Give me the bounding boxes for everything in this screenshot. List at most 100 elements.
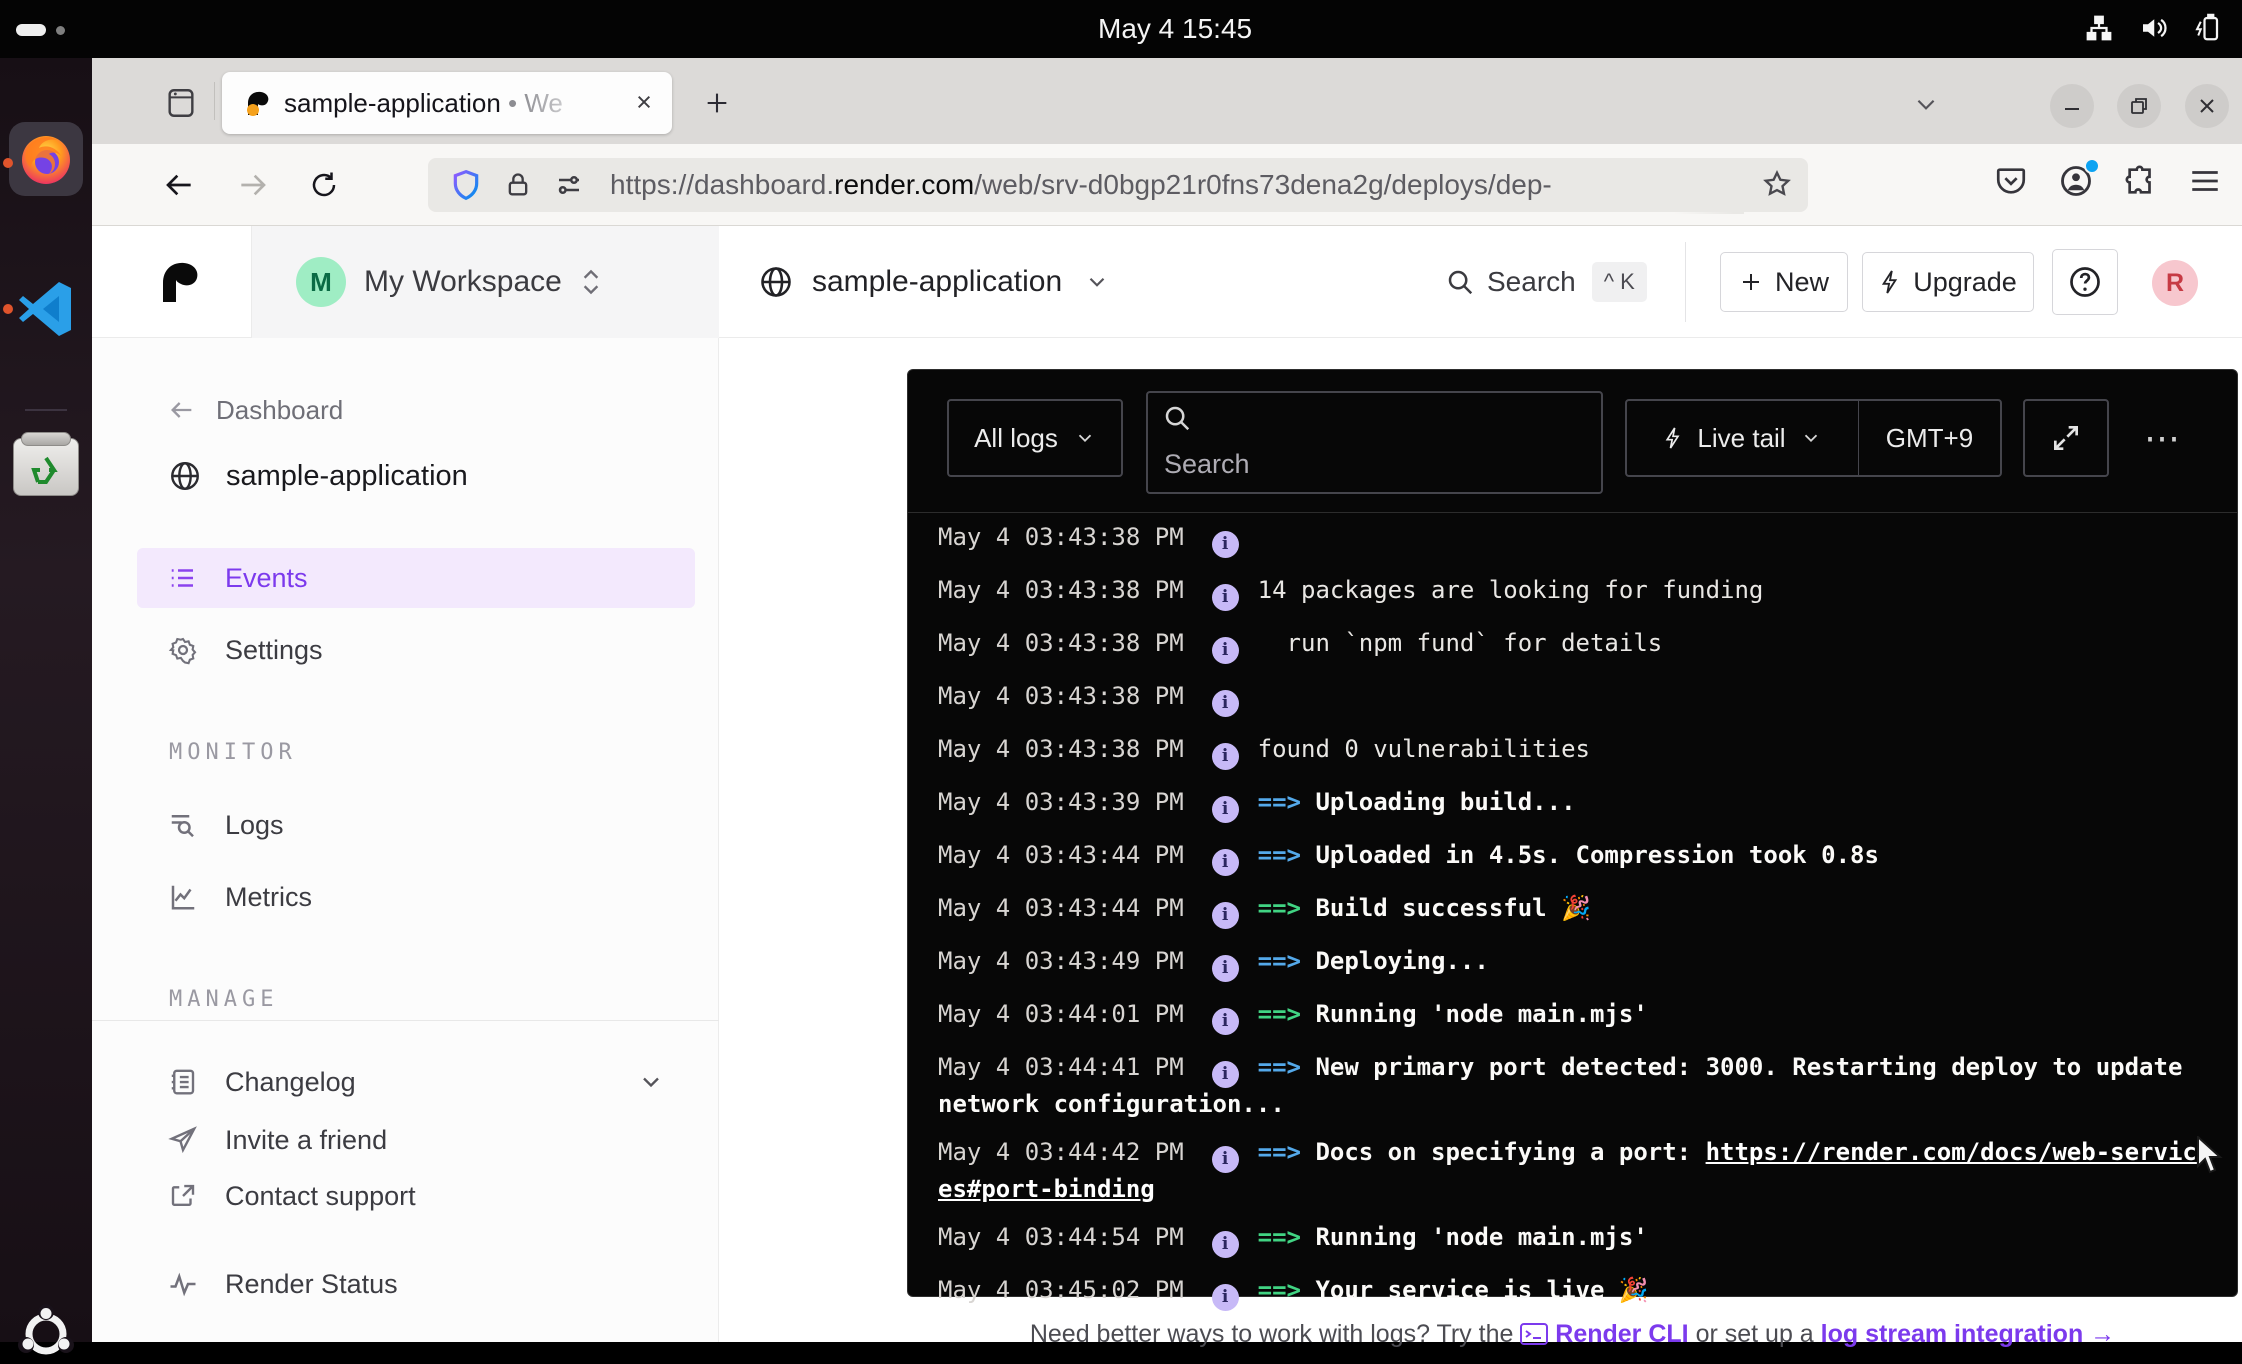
log-search-placeholder: Search bbox=[1164, 449, 1250, 480]
lock-icon[interactable] bbox=[504, 171, 532, 199]
app-header: M My Workspace sample-application bbox=[92, 226, 2242, 338]
sidebar-service-name[interactable]: sample-application bbox=[137, 446, 468, 506]
account-notification-dot bbox=[2084, 158, 2100, 174]
log-timestamp: May 4 03:43:39 PM bbox=[938, 788, 1184, 816]
log-arrow: ==> bbox=[1258, 894, 1316, 922]
render-cli-link[interactable]: Render CLI bbox=[1555, 1320, 1688, 1348]
log-message: found 0 vulnerabilities bbox=[1258, 735, 1590, 763]
sidebar-item-changelog[interactable]: Changelog bbox=[137, 1052, 695, 1112]
log-line[interactable]: May 4 03:44:42 PMi==> Docs on specifying… bbox=[938, 1128, 2198, 1213]
workspace-indicator-pill bbox=[16, 24, 46, 36]
sidebar-divider bbox=[92, 1020, 719, 1021]
log-line[interactable]: May 4 03:43:38 PMifound 0 vulnerabilitie… bbox=[938, 725, 2198, 778]
service-selector[interactable]: sample-application bbox=[758, 226, 1110, 338]
sidebar-back-dashboard[interactable]: Dashboard bbox=[137, 380, 343, 440]
log-stream-link[interactable]: log stream integration bbox=[1821, 1320, 2084, 1348]
live-tail-toggle[interactable]: Live tail bbox=[1627, 423, 1858, 454]
dock-vscode-icon[interactable] bbox=[15, 278, 77, 340]
menu-hamburger-icon[interactable] bbox=[2188, 164, 2222, 198]
dock-firefox-icon[interactable] bbox=[9, 122, 83, 196]
tab-close-icon[interactable]: × bbox=[628, 87, 660, 119]
log-line[interactable]: May 4 03:43:49 PMi==> Deploying... bbox=[938, 937, 2198, 990]
list-tabs-chevron-icon[interactable] bbox=[1904, 86, 1948, 122]
workspace-avatar: M bbox=[296, 257, 346, 307]
log-arrow: ==> bbox=[1258, 788, 1316, 816]
sidebar: Dashboard sample-application Events Sett… bbox=[92, 338, 719, 1342]
info-badge-icon: i bbox=[1212, 584, 1239, 611]
info-badge-icon: i bbox=[1212, 1008, 1239, 1035]
global-search[interactable]: Search ^ K bbox=[1445, 226, 1647, 338]
system-tray[interactable] bbox=[2084, 13, 2222, 43]
log-line[interactable]: May 4 03:43:38 PMi bbox=[938, 513, 2198, 566]
tab-separator bbox=[214, 82, 215, 120]
support-external-icon bbox=[168, 1181, 198, 1211]
workspace-caret-icon bbox=[578, 265, 604, 299]
system-clock[interactable]: May 4 15:45 bbox=[1098, 13, 1252, 45]
log-search-input[interactable]: Search bbox=[1146, 391, 1603, 494]
log-line[interactable]: May 4 03:45:02 PMi==> Your service is li… bbox=[938, 1266, 2198, 1319]
log-list[interactable]: May 4 03:43:38 PMi May 4 03:43:38 PMi14 … bbox=[908, 513, 2237, 1319]
log-more-menu[interactable]: ⋯ bbox=[2144, 399, 2182, 477]
log-message: ==> Running 'node main.mjs' bbox=[1258, 1000, 1648, 1028]
log-message: ==> Your service is live 🎉 bbox=[1258, 1276, 1649, 1304]
restore-button[interactable] bbox=[2117, 84, 2161, 128]
log-line[interactable]: May 4 03:43:38 PMi bbox=[938, 672, 2198, 725]
log-filter-dropdown[interactable]: All logs bbox=[947, 399, 1123, 477]
tracking-shield-icon[interactable] bbox=[450, 169, 482, 201]
log-timestamp: May 4 03:43:49 PM bbox=[938, 947, 1184, 975]
url-bar[interactable]: https://dashboard.render.com/web/srv-d0b… bbox=[428, 158, 1808, 212]
log-line[interactable]: May 4 03:44:41 PMi==> New primary port d… bbox=[938, 1043, 2198, 1128]
expand-logs-button[interactable] bbox=[2023, 399, 2109, 477]
back-icon[interactable] bbox=[158, 163, 202, 207]
live-tail-control[interactable]: Live tail GMT+9 bbox=[1625, 399, 2002, 477]
sidebar-item-logs[interactable]: Logs bbox=[137, 795, 284, 855]
info-badge-icon: i bbox=[1212, 902, 1239, 929]
dock-trash-icon[interactable] bbox=[13, 430, 79, 496]
sidebar-item-invite-friend[interactable]: Invite a friend bbox=[137, 1110, 387, 1170]
timezone-button[interactable]: GMT+9 bbox=[1859, 423, 2000, 454]
sidebar-item-contact-support[interactable]: Contact support bbox=[137, 1166, 416, 1226]
events-list-icon bbox=[168, 563, 198, 593]
user-avatar[interactable]: R bbox=[2152, 260, 2198, 306]
minimize-button[interactable] bbox=[2050, 84, 2094, 128]
new-tab-button[interactable] bbox=[694, 80, 740, 126]
extensions-puzzle-icon[interactable] bbox=[2124, 164, 2158, 198]
sidebar-item-events[interactable]: Events bbox=[137, 548, 695, 608]
gear-icon bbox=[168, 635, 198, 665]
log-line[interactable]: May 4 03:44:54 PMi==> Running 'node main… bbox=[938, 1213, 2198, 1266]
log-message: run `npm fund` for details bbox=[1258, 629, 1663, 657]
lightning-icon bbox=[1663, 425, 1683, 451]
workspace-name: My Workspace bbox=[364, 265, 562, 299]
close-window-button[interactable] bbox=[2185, 84, 2229, 128]
log-line[interactable]: May 4 03:43:38 PMi run `npm fund` for de… bbox=[938, 619, 2198, 672]
logs-footer-note: Need better ways to work with logs? Try … bbox=[907, 1320, 2238, 1349]
log-line[interactable]: May 4 03:43:38 PMi14 packages are lookin… bbox=[938, 566, 2198, 619]
chevron-down-icon[interactable] bbox=[637, 1068, 665, 1096]
dock-ubuntu-logo[interactable] bbox=[16, 1304, 76, 1364]
tab-bar: sample-application • We × bbox=[92, 58, 2242, 144]
log-line[interactable]: May 4 03:43:44 PMi==> Uploaded in 4.5s. … bbox=[938, 831, 2198, 884]
pocket-icon[interactable] bbox=[1994, 164, 2028, 198]
help-button[interactable] bbox=[2052, 249, 2118, 315]
log-line[interactable]: May 4 03:43:39 PMi==> Uploading build... bbox=[938, 778, 2198, 831]
upgrade-button[interactable]: Upgrade bbox=[1862, 252, 2034, 312]
log-timestamp: May 4 03:43:38 PM bbox=[938, 629, 1184, 657]
reload-icon[interactable] bbox=[302, 163, 346, 207]
sidebar-item-render-status[interactable]: Render Status bbox=[137, 1254, 398, 1314]
workspace-selector[interactable]: M My Workspace bbox=[252, 226, 719, 338]
log-line[interactable]: May 4 03:43:44 PMi==> Build successful 🎉 bbox=[938, 884, 2198, 937]
bookmark-star-icon[interactable] bbox=[1762, 169, 1792, 199]
firefox-view-icon[interactable] bbox=[160, 82, 202, 124]
log-arrow: ==> bbox=[1258, 1138, 1316, 1166]
render-logo[interactable] bbox=[154, 256, 204, 306]
log-line[interactable]: May 4 03:44:01 PMi==> Running 'node main… bbox=[938, 990, 2198, 1043]
system-top-bar: May 4 15:45 bbox=[0, 0, 2242, 58]
sidebar-item-settings[interactable]: Settings bbox=[137, 620, 323, 680]
network-icon bbox=[2084, 13, 2114, 43]
permissions-icon[interactable] bbox=[554, 170, 584, 200]
forward-icon[interactable] bbox=[230, 163, 274, 207]
sidebar-item-metrics[interactable]: Metrics bbox=[137, 867, 312, 927]
account-icon[interactable] bbox=[2058, 163, 2094, 199]
new-button[interactable]: New bbox=[1720, 252, 1848, 312]
active-tab[interactable]: sample-application • We × bbox=[222, 72, 672, 134]
